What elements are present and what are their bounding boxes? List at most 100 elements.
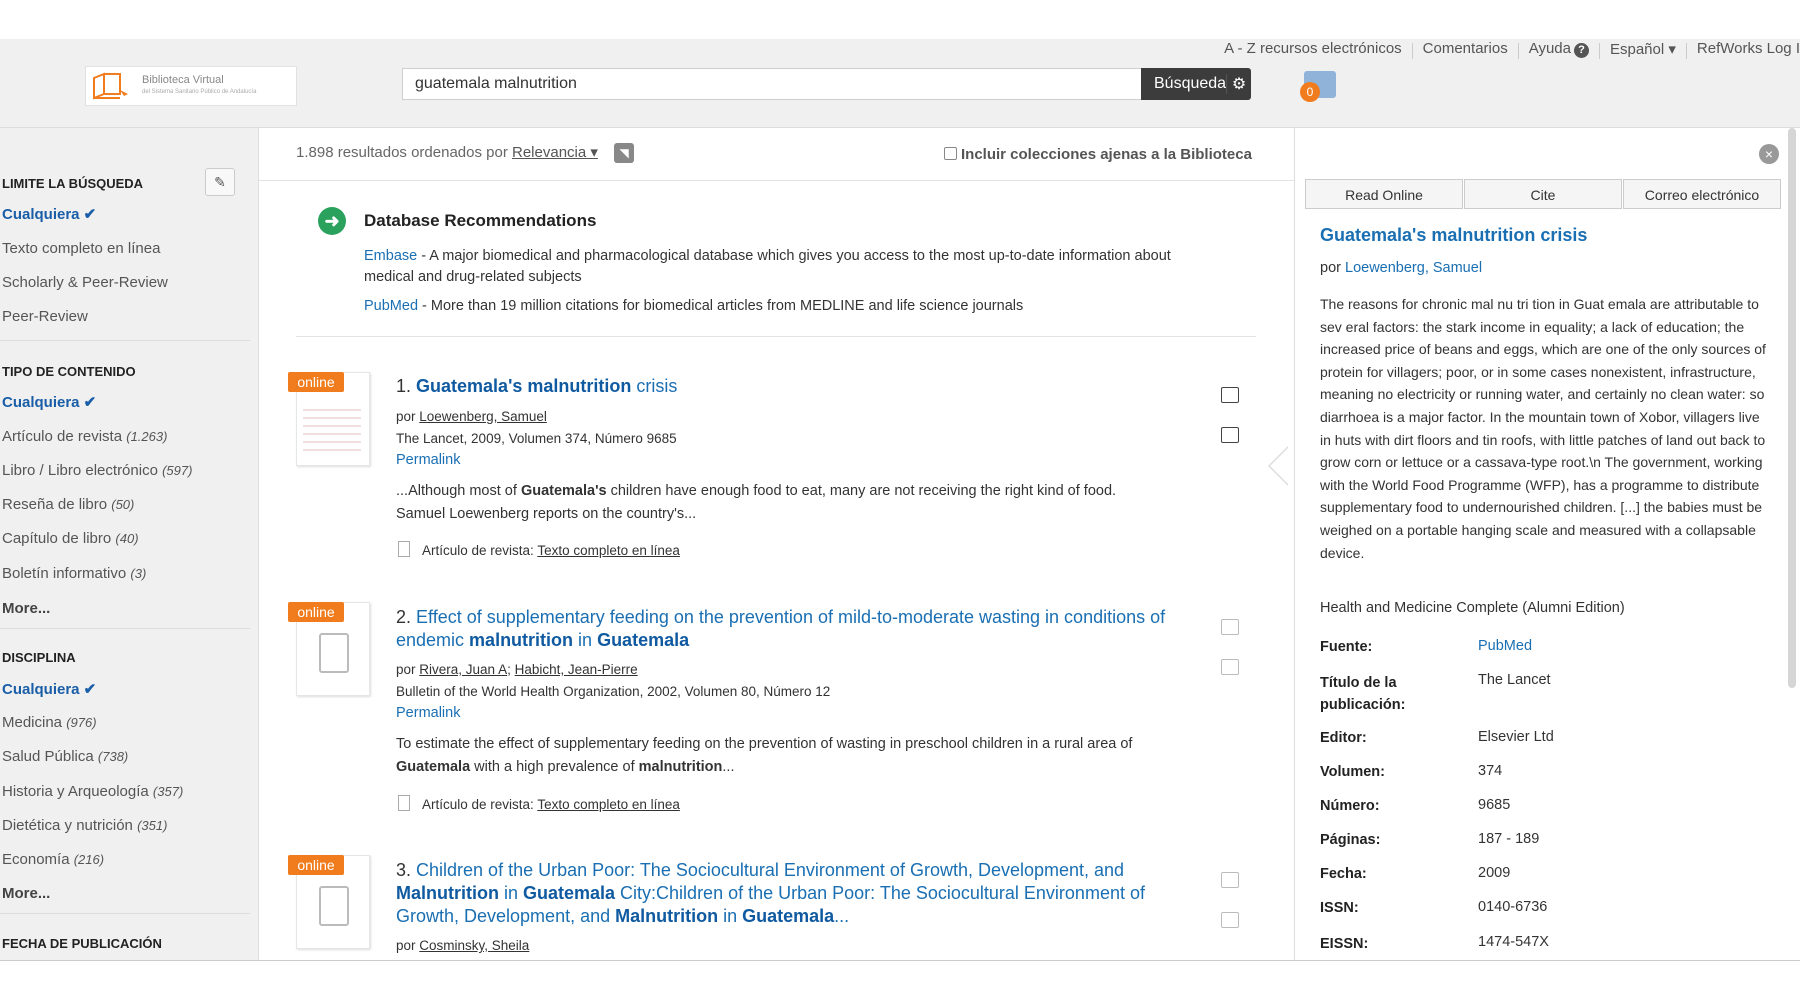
save-icon[interactable] bbox=[1221, 659, 1239, 675]
limit-option[interactable]: Scholarly & Peer-Review bbox=[2, 274, 168, 291]
panel-title[interactable]: Guatemala's malnutrition crisis bbox=[1320, 225, 1587, 246]
author-link[interactable]: Rivera, Juan A bbox=[419, 662, 507, 677]
comments-link[interactable]: Comentarios bbox=[1423, 40, 1508, 62]
title-text: in bbox=[498, 883, 523, 903]
result-title[interactable]: 3. Children of the Urban Poor: The Socio… bbox=[396, 859, 1196, 928]
read-online-button[interactable]: Read Online bbox=[1305, 179, 1463, 209]
preview-icon[interactable] bbox=[1221, 387, 1239, 403]
embase-link[interactable]: Embase bbox=[364, 248, 417, 264]
email-button[interactable]: Correo electrónico bbox=[1623, 179, 1781, 209]
content-type-option[interactable]: Boletín informativo (3) bbox=[2, 565, 146, 582]
field-label: ISSN: bbox=[1320, 900, 1359, 916]
content-type-option[interactable]: Reseña de libro (50) bbox=[2, 496, 134, 513]
by-prefix: por bbox=[396, 938, 416, 953]
discipline-any-option[interactable]: Cualquiera ✔ bbox=[2, 680, 96, 698]
edit-limits-button[interactable]: ✎ bbox=[205, 168, 235, 196]
utility-links: A - Z recursos electrónicos Comentarios … bbox=[1224, 40, 1800, 62]
date-section-title: Fecha de publicación bbox=[2, 936, 162, 951]
pubmed-link[interactable]: PubMed bbox=[364, 298, 418, 314]
result-number: 2. bbox=[396, 607, 412, 627]
discipline-option[interactable]: Historia y Arqueología (357) bbox=[2, 783, 183, 800]
cite-button[interactable]: Cite bbox=[1464, 179, 1622, 209]
search-box bbox=[402, 68, 1142, 100]
title-text: crisis bbox=[631, 376, 678, 396]
facet-label: Dietética y nutrición bbox=[2, 817, 133, 834]
content-type-option[interactable]: Capítulo de libro (40) bbox=[2, 530, 139, 547]
online-badge: online bbox=[288, 855, 344, 875]
search-input[interactable] bbox=[403, 69, 1127, 99]
author-link[interactable]: Habicht, Jean-Pierre bbox=[515, 662, 638, 677]
title-text: in bbox=[718, 906, 743, 926]
author-link[interactable]: Loewenberg, Samuel bbox=[419, 409, 547, 424]
arrow-right-icon: ➜ bbox=[318, 207, 346, 235]
close-icon[interactable]: × bbox=[1759, 144, 1779, 164]
author-link[interactable]: Cosminsky, Sheila bbox=[419, 938, 529, 953]
title-highlight: Malnutrition bbox=[615, 906, 719, 926]
folder-count-badge: 0 bbox=[1300, 82, 1320, 102]
results-count: 1.898 resultados ordenados por bbox=[296, 144, 508, 161]
content-any-option[interactable]: Cualquiera ✔ bbox=[2, 393, 96, 411]
gear-icon[interactable]: ⚙ bbox=[1226, 74, 1251, 94]
sort-dropdown[interactable]: Relevancia ▾ bbox=[512, 144, 598, 161]
abstract-text: ...Although most of bbox=[396, 483, 521, 499]
recommendation-text: medical and drug-related subjects bbox=[364, 269, 582, 285]
result-title[interactable]: 2. Effect of supplementary feeding on th… bbox=[396, 606, 1196, 652]
save-icon[interactable] bbox=[1221, 912, 1239, 928]
separator bbox=[1411, 43, 1413, 59]
content-type-option[interactable]: Artículo de revista (1.263) bbox=[2, 428, 167, 445]
content-more-link[interactable]: More... bbox=[2, 600, 50, 617]
scrollbar-thumb[interactable] bbox=[1788, 128, 1796, 688]
preview-icon[interactable] bbox=[1221, 619, 1239, 635]
fulltext-link[interactable]: Texto completo en línea bbox=[537, 797, 680, 812]
panel-pointer-inner bbox=[1270, 448, 1288, 484]
result-abstract: To estimate the effect of supplementary … bbox=[396, 733, 1196, 779]
preview-icon[interactable] bbox=[1221, 872, 1239, 888]
help-link[interactable]: Ayuda? bbox=[1529, 40, 1589, 62]
facet-count: (357) bbox=[152, 784, 184, 799]
logo-line2: del Sistema Sanitario Público de Andaluc… bbox=[142, 89, 257, 95]
recommendations-title: Database Recommendations bbox=[364, 211, 597, 230]
library-logo[interactable]: Biblioteca Virtual del Sistema Sanitario… bbox=[85, 66, 297, 106]
facet-label: Capítulo de libro bbox=[2, 530, 112, 547]
discipline-option[interactable]: Dietética y nutrición (351) bbox=[2, 817, 167, 834]
field-label: Páginas: bbox=[1320, 832, 1381, 848]
field-value: 374 bbox=[1478, 763, 1503, 779]
source-link[interactable]: PubMed bbox=[1478, 638, 1532, 654]
divider bbox=[0, 628, 250, 629]
facet-label: Libro / Libro electrónico bbox=[2, 462, 158, 479]
fulltext-link[interactable]: Texto completo en línea bbox=[537, 543, 680, 558]
include-external-checkbox[interactable] bbox=[944, 147, 957, 160]
facet-count: (351) bbox=[137, 818, 168, 833]
discipline-section-title: Disciplina bbox=[2, 650, 76, 665]
limit-any-option[interactable]: Cualquiera ✔ bbox=[2, 205, 96, 223]
language-dropdown[interactable]: Español ▾ bbox=[1610, 40, 1676, 62]
title-highlight: malnutrition bbox=[469, 630, 574, 650]
field-label: Título de la publicación: bbox=[1320, 675, 1406, 713]
type-label: Artículo de revista: bbox=[422, 543, 534, 558]
field-value: 2009 bbox=[1478, 865, 1511, 881]
discipline-option[interactable]: Salud Pública (738) bbox=[2, 748, 128, 765]
permalink[interactable]: Permalink bbox=[396, 705, 460, 721]
discipline-more-link[interactable]: More... bbox=[2, 885, 50, 902]
separator bbox=[1685, 43, 1687, 59]
panel-scrollbar[interactable] bbox=[1788, 128, 1798, 688]
search-button[interactable]: Búsqueda ⚙ bbox=[1141, 68, 1251, 100]
author-link[interactable]: Loewenberg, Samuel bbox=[1345, 260, 1482, 276]
discipline-option[interactable]: Medicina (976) bbox=[2, 714, 97, 731]
rss-icon[interactable]: ◥ bbox=[614, 143, 635, 164]
result-title[interactable]: 1. Guatemala's malnutrition crisis bbox=[396, 375, 1196, 398]
az-resources-link[interactable]: A - Z recursos electrónicos bbox=[1224, 40, 1402, 62]
recommendation-embase: Embase - A major biomedical and pharmaco… bbox=[364, 246, 1244, 288]
recommendation-pubmed: PubMed - More than 19 million citations … bbox=[364, 296, 1244, 317]
limit-option[interactable]: Peer-Review bbox=[2, 308, 88, 325]
content-type-option[interactable]: Libro / Libro electrónico (597) bbox=[2, 462, 192, 479]
title-highlight: Guatemala bbox=[597, 630, 690, 650]
limit-option[interactable]: Texto completo en línea bbox=[2, 240, 160, 257]
recommendation-text: - A major biomedical and pharmacological… bbox=[417, 248, 1171, 264]
save-icon[interactable] bbox=[1221, 427, 1239, 443]
saved-folder-button[interactable]: 0 bbox=[1300, 68, 1338, 102]
include-external-option[interactable]: Incluir colecciones ajenas a la Bibliote… bbox=[944, 146, 1252, 163]
discipline-option[interactable]: Economía (216) bbox=[2, 851, 104, 868]
refworks-link[interactable]: RefWorks Log I bbox=[1697, 40, 1800, 62]
permalink[interactable]: Permalink bbox=[396, 452, 460, 468]
